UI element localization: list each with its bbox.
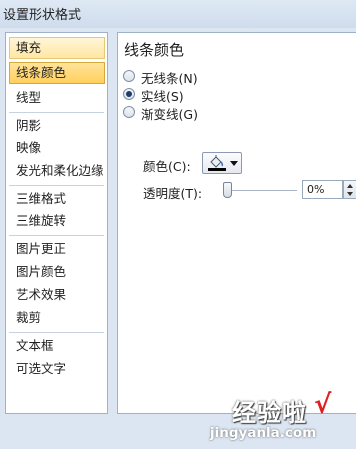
nav-item-picture-color[interactable]: 图片颜色 — [9, 261, 105, 283]
window-title: 设置形状格式 — [3, 8, 82, 23]
transparency-slider-track[interactable] — [229, 190, 297, 191]
category-list: 填充 线条颜色 线型 阴影 映像 发光和柔化边缘 三维格式 三维旋转 图片更正 … — [5, 32, 108, 414]
spin-down-icon[interactable] — [347, 192, 353, 196]
radio-button[interactable] — [123, 106, 135, 118]
nav-divider — [9, 185, 104, 186]
transparency-input[interactable] — [302, 180, 343, 199]
paint-bucket-icon — [208, 155, 226, 171]
settings-panel: 线条颜色 无线条(N) 实线(S) 渐变线(G) 颜色(C): 透明度(T): — [117, 32, 356, 414]
nav-item-line-color[interactable]: 线条颜色 — [9, 62, 105, 84]
watermark-url: jingyanla.com — [210, 425, 317, 441]
dialog-body: 填充 线条颜色 线型 阴影 映像 发光和柔化边缘 三维格式 三维旋转 图片更正 … — [0, 28, 356, 449]
dropdown-arrow-icon — [230, 161, 238, 166]
nav-item-alt-text[interactable]: 可选文字 — [9, 358, 105, 380]
watermark-check-mark: √ — [314, 390, 332, 420]
nav-item-fill[interactable]: 填充 — [9, 37, 105, 59]
radio-button[interactable] — [123, 70, 135, 82]
title-bar: 设置形状格式 — [0, 0, 356, 28]
radio-label: 渐变线(G) — [141, 107, 198, 122]
nav-divider — [9, 235, 104, 236]
nav-item-picture-corrections[interactable]: 图片更正 — [9, 238, 105, 260]
spin-up-icon[interactable] — [347, 184, 353, 188]
nav-item-shadow[interactable]: 阴影 — [9, 115, 105, 137]
radio-label: 实线(S) — [141, 89, 184, 104]
nav-item-line-style[interactable]: 线型 — [9, 87, 105, 109]
watermark: 经验啦 √ jingyanla.com — [210, 388, 356, 449]
nav-item-3d-format[interactable]: 三维格式 — [9, 188, 105, 210]
nav-item-3d-rotation[interactable]: 三维旋转 — [9, 210, 105, 232]
nav-item-artistic-effects[interactable]: 艺术效果 — [9, 284, 105, 306]
section-title: 线条颜色 — [124, 41, 185, 59]
color-label: 颜色(C): — [143, 159, 191, 174]
nav-divider — [9, 112, 104, 113]
nav-item-crop[interactable]: 裁剪 — [9, 307, 105, 329]
nav-item-glow-soft-edges[interactable]: 发光和柔化边缘 — [9, 160, 105, 182]
watermark-text: 经验啦 — [232, 399, 307, 427]
line-color-picker-button[interactable] — [202, 152, 242, 174]
radio-button[interactable] — [123, 88, 135, 100]
nav-item-text-box[interactable]: 文本框 — [9, 335, 105, 357]
nav-item-reflection[interactable]: 映像 — [9, 137, 105, 159]
transparency-label: 透明度(T): — [143, 186, 203, 201]
transparency-slider-thumb[interactable] — [223, 182, 232, 198]
transparency-spinner[interactable] — [343, 180, 356, 199]
nav-divider — [9, 332, 104, 333]
radio-label: 无线条(N) — [141, 71, 198, 86]
